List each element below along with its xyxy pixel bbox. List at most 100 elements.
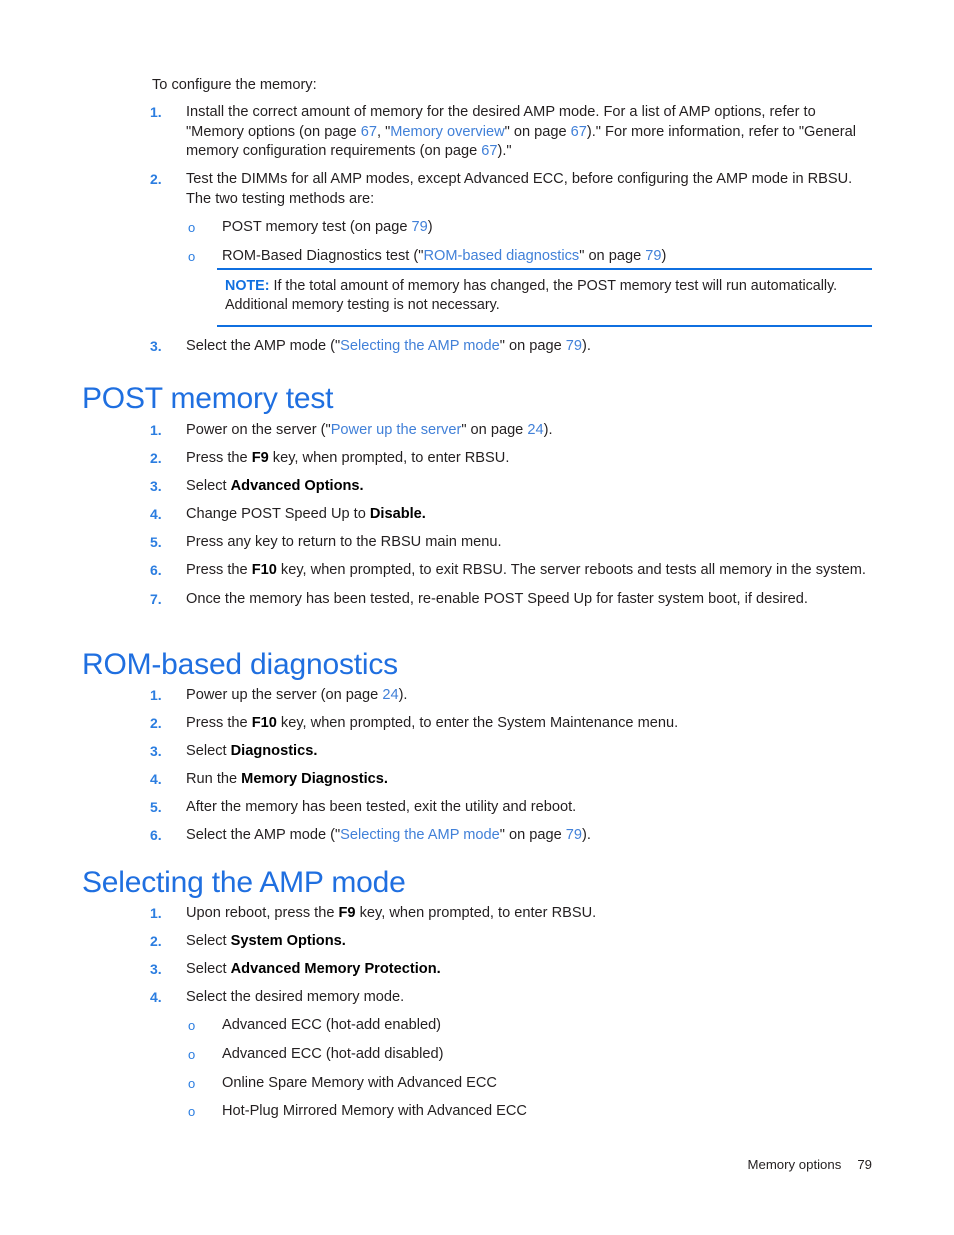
list-item-number: 7.	[150, 590, 162, 607]
list-item-number: 2.	[150, 715, 162, 732]
configure-text: " on page	[579, 247, 646, 264]
list-item: 5. Press any key to return to the RBSU ma…	[0, 533, 954, 553]
section1-text: Press the	[186, 450, 252, 467]
configure-text: " on page	[499, 338, 566, 354]
section3-text: Select	[186, 933, 231, 950]
section1-text: Press any key to return to the RBSU main…	[186, 534, 502, 551]
list-item: 6. Select the AMP mode ("Selecting the AM…	[0, 826, 954, 846]
list-item-number: 6.	[150, 827, 162, 844]
sub-list-item-body: ROM-Based Diagnostics test ("ROM-based d…	[222, 248, 666, 264]
section2-emphasis: F10	[251, 715, 277, 732]
list-item: 1. Upon reboot, press the F9 key, when pr…	[0, 904, 954, 924]
list-item: 3. Select Advanced Options.	[0, 477, 954, 497]
section-heading: POST memory test	[82, 382, 334, 415]
section1-text: ).	[543, 422, 553, 438]
sub-list-item: o Hot-Plug Mirrored Memory with Advanced …	[0, 1102, 954, 1122]
section2-text: key, when prompted, to enter the System …	[276, 715, 679, 732]
note-body: NOTE: If the total amount of memory has c…	[217, 277, 872, 316]
list-item: 3. Select the AMP mode ("Selecting the AM…	[0, 337, 954, 357]
list-item: 2. Press the F9 key, when prompted, to en…	[0, 449, 954, 469]
list-item-number: 3.	[150, 338, 162, 354]
section2-text: Select	[186, 743, 231, 760]
configure-page-ref[interactable]: 67	[481, 143, 497, 159]
list-item-body: Select the AMP mode ("Selecting the AMP …	[186, 338, 591, 354]
list-item: 4. Run the Memory Diagnostics.	[0, 770, 954, 790]
section2-page-ref[interactable]: 24	[382, 687, 398, 703]
configure-link[interactable]: Selecting the AMP mode	[340, 338, 500, 354]
list-item-body: Press the F9 key, when prompted, to ente…	[186, 450, 509, 466]
list-item-body: Press any key to return to the RBSU main…	[186, 534, 502, 550]
section-heading: Selecting the AMP mode	[82, 866, 406, 899]
list-item: 1. Install the correct amount of memory f…	[0, 103, 954, 162]
section-heading: ROM-based diagnostics	[82, 648, 398, 681]
list-item: 2. Press the F10 key, when prompted, to e…	[0, 714, 954, 734]
list-item-body: Once the memory has been tested, re-enab…	[186, 591, 808, 607]
configure-page-ref[interactable]: 67	[571, 124, 587, 140]
list-item-body: Select Advanced Memory Protection.	[186, 961, 441, 977]
list-item-body: Select Diagnostics.	[186, 743, 317, 759]
sub-list-bullet-icon: o	[188, 1018, 196, 1034]
section3-text: Upon reboot, press the	[186, 905, 339, 921]
section2-text: After the memory has been tested, exit t…	[186, 799, 577, 816]
list-item-body: Press the F10 key, when prompted, to ent…	[186, 715, 678, 731]
sub-list-item-body: Advanced ECC (hot-add disabled)	[222, 1046, 443, 1062]
section2-emphasis: Diagnostics.	[230, 743, 318, 760]
list-item-body: Upon reboot, press the F9 key, when prom…	[186, 905, 596, 921]
sub-list-item: o Advanced ECC (hot-add enabled)	[0, 1016, 954, 1036]
list-item-body: Run the Memory Diagnostics.	[186, 771, 388, 787]
section1-emphasis: Disable.	[369, 506, 426, 523]
footer-chapter: Memory options	[747, 1157, 842, 1172]
list-item-number: 5.	[150, 799, 162, 816]
list-item-body: Install the correct amount of memory for…	[186, 104, 856, 159]
configure-link[interactable]: ROM-based diagnostics	[423, 248, 579, 264]
list-item-number: 3.	[150, 478, 162, 495]
configure-page-ref[interactable]: 79	[566, 338, 582, 354]
section-steps: 1. Power up the server (on page 24). 2. Pre…	[0, 686, 954, 855]
section2-link[interactable]: Selecting the AMP mode	[340, 827, 500, 843]
configure-link[interactable]: Memory overview	[390, 124, 504, 140]
configure-text: , "	[376, 123, 391, 140]
section1-link[interactable]: Power up the server	[331, 422, 462, 438]
section1-text: " on page	[461, 422, 528, 438]
list-item: 7. Once the memory has been tested, re-en…	[0, 590, 954, 610]
sub-list-bullet-icon: o	[188, 1104, 196, 1120]
list-item: 1. Power up the server (on page 24).	[0, 686, 954, 706]
section3-text: Select the desired memory mode.	[186, 989, 405, 1006]
section3-emphasis: System Options.	[230, 933, 346, 950]
section3-emphasis: F9	[338, 905, 356, 921]
configure-page-ref[interactable]: 67	[361, 124, 377, 140]
section1-page-ref[interactable]: 24	[527, 422, 543, 438]
note-callout: NOTE: If the total amount of memory has c…	[217, 268, 872, 327]
list-item: 4. Change POST Speed Up to Disable.	[0, 505, 954, 525]
note-label: NOTE:	[225, 278, 270, 294]
section2-text: ).	[582, 827, 591, 844]
section1-text: key, when prompted, to exit RBSU. The se…	[276, 562, 866, 579]
section3-text: Advanced ECC (hot-add disabled)	[222, 1045, 444, 1062]
section3-text: Advanced ECC (hot-add enabled)	[222, 1017, 442, 1034]
list-item-number: 1.	[150, 104, 162, 120]
configure-text: )	[427, 218, 433, 235]
list-item-number: 3.	[150, 743, 162, 760]
section2-text: " on page	[499, 827, 566, 844]
list-item: 2. Select System Options.	[0, 932, 954, 952]
configure-page-ref[interactable]: 79	[645, 248, 661, 264]
list-item-number: 1.	[150, 422, 162, 438]
list-item: 3. Select Advanced Memory Protection.	[0, 960, 954, 980]
note-text: If the total amount of memory has change…	[225, 278, 838, 314]
configure-memory-steps: 1. Install the correct amount of memory f…	[0, 103, 954, 275]
list-item-number: 2.	[150, 450, 162, 467]
configure-text: ROM-Based Diagnostics test ("	[222, 247, 424, 264]
section1-text: Press the	[186, 562, 252, 579]
list-item: 6. Press the F10 key, when prompted, to e…	[0, 561, 954, 581]
configure-page-ref[interactable]: 79	[412, 219, 428, 235]
sub-list-item-body: Advanced ECC (hot-add enabled)	[222, 1017, 441, 1033]
section2-text: Select the AMP mode ("	[186, 827, 341, 844]
intro-lead: To configure the memory:	[152, 77, 317, 93]
sub-list-bullet-icon: o	[188, 1046, 196, 1062]
list-item: 5. After the memory has been tested, exit…	[0, 798, 954, 818]
section1-text: Once the memory has been tested, re-enab…	[186, 590, 808, 607]
section2-page-ref[interactable]: 79	[566, 827, 582, 843]
section-steps: 1. Power on the server ("Power up the ser…	[0, 421, 954, 618]
list-item-number: 4.	[150, 506, 162, 523]
sub-list-item: o Advanced ECC (hot-add disabled)	[0, 1045, 954, 1065]
